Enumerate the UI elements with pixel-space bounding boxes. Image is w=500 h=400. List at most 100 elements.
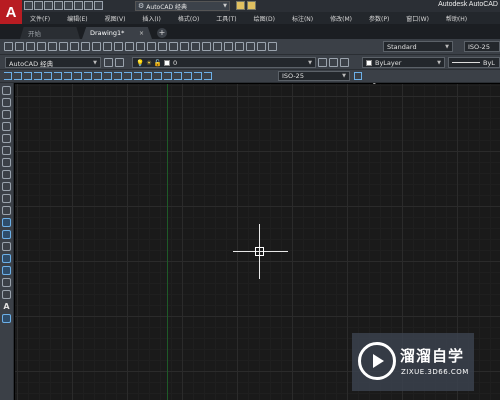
print-icon[interactable]: [37, 42, 46, 51]
pan-icon[interactable]: [158, 42, 167, 51]
calculator-icon[interactable]: [257, 42, 266, 51]
new-tab-button[interactable]: +: [157, 28, 167, 38]
zoom-realtime-icon[interactable]: [169, 42, 178, 51]
dim-update-icon[interactable]: [194, 72, 202, 80]
circle-icon[interactable]: [2, 158, 11, 167]
point-icon[interactable]: [2, 242, 11, 251]
region-icon[interactable]: [2, 278, 11, 287]
spline-icon[interactable]: [2, 182, 11, 191]
radius-icon[interactable]: [44, 72, 52, 80]
polyline-icon[interactable]: [2, 110, 11, 119]
add-selected-icon[interactable]: [2, 314, 11, 323]
layer-properties-icon[interactable]: [115, 58, 124, 67]
application-menu-button[interactable]: A: [0, 0, 22, 24]
polygon-icon[interactable]: [2, 122, 11, 131]
make-current-icon[interactable]: [318, 58, 327, 67]
dim-style-icon[interactable]: [204, 72, 212, 80]
menu-format[interactable]: 格式(O): [178, 14, 199, 23]
menu-draw[interactable]: 绘图(D): [254, 14, 275, 23]
layer-dropdown[interactable]: 💡 ☀ 🔓 0 ▼: [132, 57, 316, 68]
menu-dimension[interactable]: 标注(N): [292, 14, 313, 23]
tool-palettes-icon[interactable]: [224, 42, 233, 51]
menu-parameter[interactable]: 参数(P): [369, 14, 389, 23]
tolerance-icon[interactable]: [134, 72, 142, 80]
print-preview-icon[interactable]: [48, 42, 57, 51]
save-as-icon[interactable]: [54, 1, 63, 10]
revcloud-icon[interactable]: [2, 170, 11, 179]
workspace-dropdown-2[interactable]: AutoCAD 经典 ▼: [5, 57, 101, 68]
open-icon[interactable]: [15, 42, 24, 51]
menu-insert[interactable]: 插入(I): [142, 14, 160, 23]
save-icon[interactable]: [26, 42, 35, 51]
tab-start[interactable]: 开始: [20, 27, 80, 39]
quick-dim-icon[interactable]: [84, 72, 92, 80]
dim-text-edit-icon[interactable]: [184, 72, 192, 80]
diameter-icon[interactable]: [64, 72, 72, 80]
jogged-linear-icon[interactable]: [164, 72, 172, 80]
dim-break-icon[interactable]: [124, 72, 132, 80]
jogged-icon[interactable]: [54, 72, 62, 80]
dim-space-icon[interactable]: [114, 72, 122, 80]
dim-style-dropdown-top[interactable]: ISO-25: [464, 41, 500, 52]
gradient-icon[interactable]: [2, 266, 11, 275]
new-icon[interactable]: [4, 42, 13, 51]
ordinate-icon[interactable]: [34, 72, 42, 80]
layer-state-icon[interactable]: [340, 58, 349, 67]
properties-icon[interactable]: [202, 42, 211, 51]
zoom-window-icon[interactable]: [180, 42, 189, 51]
dim-style-manager-icon[interactable]: [354, 72, 362, 80]
block-editor-icon[interactable]: [125, 42, 134, 51]
ellipse-arc-icon[interactable]: [2, 206, 11, 215]
redo-icon[interactable]: [94, 1, 103, 10]
dim-edit-icon[interactable]: [174, 72, 182, 80]
dim-style-dropdown[interactable]: ISO-25 ▼: [278, 71, 350, 81]
linetype-dropdown[interactable]: ByL: [448, 57, 500, 68]
make-block-icon[interactable]: [2, 230, 11, 239]
save-icon[interactable]: [44, 1, 53, 10]
gear-icon[interactable]: [104, 58, 113, 67]
markup-icon[interactable]: [246, 42, 255, 51]
plot-icon[interactable]: [74, 1, 83, 10]
menu-view[interactable]: 视图(V): [105, 14, 126, 23]
copy-icon[interactable]: [92, 42, 101, 51]
insert-block-icon[interactable]: [2, 218, 11, 227]
dropdown-icon[interactable]: [247, 1, 256, 10]
new-icon[interactable]: [24, 1, 33, 10]
hatch-icon[interactable]: [2, 254, 11, 263]
menu-edit[interactable]: 编辑(E): [67, 14, 87, 23]
tab-drawing1[interactable]: Drawing1* ×: [82, 27, 152, 39]
line-icon[interactable]: [2, 86, 11, 95]
publish-icon[interactable]: [59, 42, 68, 51]
help-icon[interactable]: [268, 42, 277, 51]
match-properties-icon[interactable]: [114, 42, 123, 51]
open-icon[interactable]: [34, 1, 43, 10]
text-style-dropdown[interactable]: Standard ▼: [383, 41, 453, 52]
color-dropdown[interactable]: ByLayer ▼: [362, 57, 445, 68]
design-center-icon[interactable]: [213, 42, 222, 51]
layer-previous-icon[interactable]: [329, 58, 338, 67]
sheet-set-icon[interactable]: [235, 42, 244, 51]
rectangle-icon[interactable]: [2, 134, 11, 143]
redo-icon[interactable]: [147, 42, 156, 51]
inspect-icon[interactable]: [154, 72, 162, 80]
baseline-icon[interactable]: [94, 72, 102, 80]
workspace-dropdown[interactable]: ⚙ AutoCAD 经典 ▼: [135, 1, 230, 11]
menu-window[interactable]: 窗口(W): [406, 14, 429, 23]
menu-help[interactable]: 帮助(H): [446, 14, 467, 23]
arc-icon[interactable]: [2, 146, 11, 155]
undo-icon[interactable]: [136, 42, 145, 51]
menu-file[interactable]: 文件(F): [30, 14, 50, 23]
paste-icon[interactable]: [103, 42, 112, 51]
aligned-dim-icon[interactable]: [14, 72, 22, 80]
3d-dwf-icon[interactable]: [70, 42, 79, 51]
menu-modify[interactable]: 修改(M): [330, 14, 352, 23]
close-icon[interactable]: ×: [139, 30, 144, 37]
multiline-text-icon[interactable]: A: [2, 302, 11, 311]
layer-icon[interactable]: [236, 1, 245, 10]
undo-icon[interactable]: [84, 1, 93, 10]
continue-icon[interactable]: [104, 72, 112, 80]
publish-icon[interactable]: [64, 1, 73, 10]
menu-tools[interactable]: 工具(T): [216, 14, 236, 23]
ellipse-icon[interactable]: [2, 194, 11, 203]
angular-icon[interactable]: [74, 72, 82, 80]
